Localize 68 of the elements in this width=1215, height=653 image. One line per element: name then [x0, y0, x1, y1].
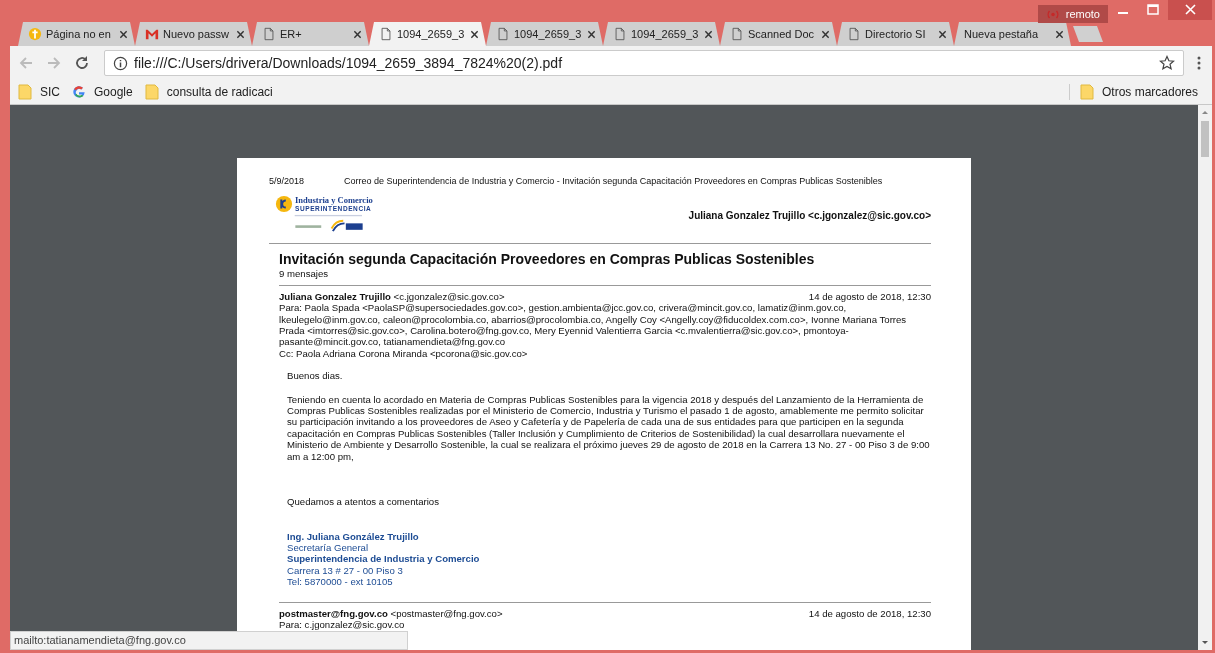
close-icon[interactable] [1055, 29, 1064, 39]
browser-tab[interactable]: 1094_2659_3 [486, 22, 603, 46]
url-text: file:///C:/Users/drivera/Downloads/1094_2659_3894_7824%20(2).pdf [134, 55, 564, 71]
signature-line: Carrera 13 # 27 - 00 Piso 3 [287, 564, 404, 577]
close-icon[interactable] [821, 29, 830, 39]
star-icon[interactable] [1159, 55, 1175, 71]
folder-icon [18, 84, 32, 100]
browser-tab[interactable]: 1094_2659_3 [369, 22, 486, 46]
mail-icon [145, 27, 159, 41]
signature-line: Secretaría General [287, 541, 370, 554]
google-logo-icon [72, 84, 86, 100]
signature-line: Superintendencia de Industria y Comercio [287, 553, 481, 565]
reload-icon[interactable] [74, 55, 90, 71]
folder-icon [1079, 84, 1094, 100]
recipients-line: Para: Paola Spada <PaolaSP@supersociedades.gov.co>, gestion.ambienta@jcc.gov.co, crivera@mincit.gov.co, lamatiz@inm.gov.co, lkeulegelo@inm.gov.co, caleon@procolombia.co, abarrios@procolombia.co, Angelly Coy <Angelly.coy@fiducoldex.com.co>, Ivonne Mariana Torres Prada <imtorres@sic.gov.co>, Carolina.botero@fng.gov.co, Mery Eyennid Valentierra Garcia <c.mvalentierra@sic.gov.co>, pmontoya-pasante@mincit.gov.co, tatianamendieta@fng.gov.co [279, 302, 908, 348]
scrollbar[interactable] [1198, 105, 1212, 650]
browser-tab[interactable]: Scanned Doc [720, 22, 837, 46]
browser-tab[interactable]: Directorio SI [837, 22, 954, 46]
bookmark-item[interactable]: consulta de radicaci [144, 84, 273, 100]
document-icon [496, 27, 510, 41]
document-icon [613, 27, 627, 41]
bookmark-folder[interactable]: Otros marcadores [1068, 84, 1198, 100]
message-date: 14 de agosto de 2018, 12:30 [808, 607, 931, 619]
recipients-line: Para: c.jgonzalez@sic.gov.co [279, 618, 405, 631]
print-date: 5/9/2018 [269, 176, 305, 188]
folder-icon [144, 84, 159, 100]
address-field[interactable]: file:///C:/Users/drivera/Downloads/1094_2659_3894_7824%20(2).pdf [104, 50, 1184, 76]
close-icon[interactable] [704, 29, 713, 39]
document-icon [730, 27, 744, 41]
scroll-thumb[interactable] [1201, 121, 1209, 157]
close-icon[interactable] [119, 29, 128, 39]
document-icon [379, 27, 393, 41]
sender-line: Juliana Gonzalez Trujillo <c.jgonzalez@sic.gov.co> [279, 290, 505, 303]
message-count: 9 mensajes [279, 268, 330, 280]
bookmark-item[interactable]: SIC [18, 84, 60, 100]
close-icon[interactable] [938, 29, 947, 39]
browser-tab[interactable]: 1094_2659_3 [603, 22, 720, 46]
info-icon[interactable] [113, 55, 128, 71]
browser-tab[interactable]: Nueva pestaña [954, 22, 1071, 46]
menu-icon[interactable] [1196, 55, 1202, 71]
browser-tab[interactable]: Página no en [18, 22, 135, 46]
print-title: Correo de Superintendencia de Industria y Comercio - Invitación segunda Capacitación Proveedores en Compras Publicas Sostenibles [344, 176, 883, 188]
close-icon[interactable] [236, 29, 245, 39]
document-icon [262, 27, 276, 41]
close-button[interactable] [1168, 0, 1212, 20]
remote-label: remoto [1065, 8, 1100, 20]
close-icon[interactable] [587, 29, 596, 39]
signature-line: Tel: 5870000 - ext 10105 [287, 576, 394, 588]
close-icon[interactable] [353, 29, 362, 39]
sender-line: postmaster@fng.gov.co <postmaster@fng.gov.co> [279, 607, 503, 619]
status-bubble: mailto:tatianamendieta@fng.gov.co [10, 631, 408, 650]
browser-tab[interactable]: ER+ [252, 22, 369, 46]
broadcast-icon [1045, 8, 1060, 20]
cc-line: Cc: Paola Adriana Corona Miranda <pcorona@sic.gov.co> [279, 347, 529, 360]
bookmark-item[interactable]: Google [72, 84, 133, 100]
body-paragraph: Buenos dias. [287, 370, 344, 382]
body-paragraph: Teniendo en cuenta lo acordado en Materia de Compras Publicas Sostenibles para la vigencia 2018 y después del Lanzamiento de la Herramienta de Compras Publicas Sostenibles realizadas por el Ministerio de Comercio, Industria y Turismo el pasado 1 de agosto, amablemente me permito solicitar su participación invitando a los proveedores de Aseo y Cafetería y de Papelería de cada una de sus entidades para que participen en la segunda capacitación en Compras Publicas Sostenibles (Taller Inclusión y Cumplimiento de Criterios de Sostenibilidad) la cual desarrollara nuevamente el Ministerio de Ambiente y Desarrollo Sostenible, la cual se realizara el próximo jueves 29 de agosto de 2018 en la Carrera 13 No. 27 - 00 Piso 3 de 9:00 am a 12:00 pm, [287, 393, 931, 463]
email-subject: Invitación segunda Capacitación Proveedores en Compras Publicas Sostenibles [279, 250, 816, 269]
logo-title: Industria y Comercio [295, 196, 373, 206]
site-logo-icon [28, 27, 42, 41]
signature-line: Ing. Juliana González Trujillo [287, 530, 420, 542]
message-date: 14 de agosto de 2018, 12:30 [808, 290, 931, 303]
account-name: Juliana Gonzalez Trujillo <c.jgonzalez@sic.gov.co> [688, 209, 931, 222]
body-paragraph: Quedamos a atentos a comentarios [287, 496, 440, 508]
browser-tab[interactable]: Nuevo passw [135, 22, 252, 46]
document-icon [847, 27, 861, 41]
logo-emblem-icon [275, 195, 293, 214]
close-icon[interactable] [470, 29, 479, 39]
